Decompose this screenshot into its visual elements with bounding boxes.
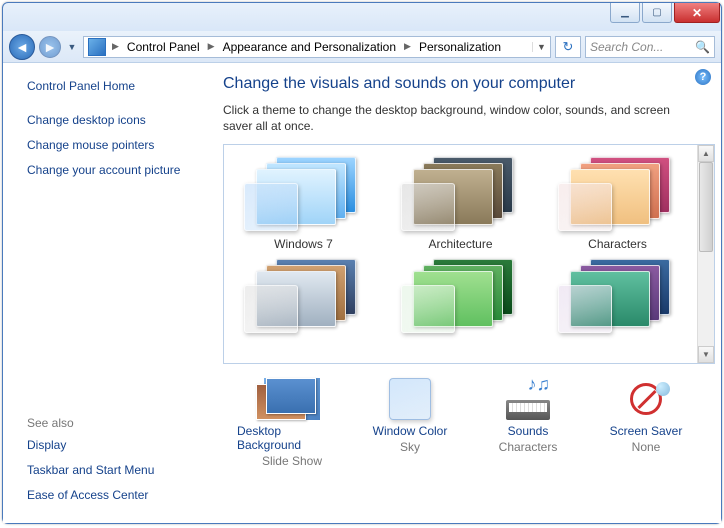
search-input[interactable]: Search Con... 🔍 <box>585 36 715 58</box>
change-account-picture-link[interactable]: Change your account picture <box>27 163 203 177</box>
scroll-track[interactable] <box>698 162 714 346</box>
maximize-button[interactable] <box>642 3 672 23</box>
scroll-down-button[interactable]: ▼ <box>698 346 714 363</box>
control-panel-home-link[interactable]: Control Panel Home <box>27 79 203 93</box>
breadcrumb-category[interactable]: Appearance and Personalization <box>217 40 402 54</box>
theme-thumbnail <box>558 153 678 233</box>
desktop-background-option[interactable]: Desktop Background Slide Show <box>237 378 347 468</box>
scroll-thumb[interactable] <box>699 162 713 252</box>
forward-button[interactable]: ► <box>39 36 61 58</box>
taskbar-start-menu-link[interactable]: Taskbar and Start Menu <box>27 463 203 477</box>
option-label: Screen Saver <box>610 424 683 438</box>
display-link[interactable]: Display <box>27 438 203 452</box>
address-dropdown[interactable]: ▼ <box>532 42 550 52</box>
theme-thumbnail <box>401 153 521 233</box>
scrollbar[interactable]: ▲ ▼ <box>697 145 714 363</box>
theme-item[interactable]: Windows 7 <box>230 153 377 251</box>
personalization-window: ◄ ► ▼ ▶ Control Panel ▶ Appearance and P… <box>2 2 722 524</box>
option-label: Window Color <box>373 424 448 438</box>
theme-thumbnail <box>244 255 364 335</box>
theme-item[interactable] <box>387 255 534 339</box>
minimize-button[interactable] <box>610 3 640 23</box>
screen-saver-icon <box>622 378 670 420</box>
theme-label: Windows 7 <box>274 237 333 251</box>
theme-item[interactable] <box>544 255 691 339</box>
chevron-right-icon[interactable]: ▶ <box>206 41 217 52</box>
theme-label: Architecture <box>428 237 492 251</box>
refresh-button[interactable]: ↻ <box>555 36 581 58</box>
page-title: Change the visuals and sounds on your co… <box>223 75 715 93</box>
breadcrumb-leaf[interactable]: Personalization <box>413 40 507 54</box>
breadcrumb-root[interactable]: Control Panel <box>121 40 206 54</box>
chevron-right-icon[interactable]: ▶ <box>110 41 121 52</box>
option-value: Sky <box>400 440 420 454</box>
option-value: None <box>632 440 661 454</box>
see-also-heading: See also <box>27 416 203 430</box>
theme-thumbnail <box>244 153 364 233</box>
theme-thumbnail <box>401 255 521 335</box>
themes-panel: Windows 7 Architecture Characters ▲ ▼ <box>223 144 715 364</box>
desktop-background-icon <box>264 378 320 420</box>
theme-label: Characters <box>588 237 647 251</box>
chevron-right-icon[interactable]: ▶ <box>402 41 413 52</box>
sidebar: Control Panel Home Change desktop icons … <box>3 63 213 523</box>
sounds-icon: ♪♫ <box>504 378 552 420</box>
theme-thumbnail <box>558 255 678 335</box>
theme-item[interactable]: Architecture <box>387 153 534 251</box>
options-row: Desktop Background Slide Show Window Col… <box>223 364 715 468</box>
navigation-bar: ◄ ► ▼ ▶ Control Panel ▶ Appearance and P… <box>3 31 721 63</box>
option-value: Characters <box>499 440 558 454</box>
screen-saver-option[interactable]: Screen Saver None <box>591 378 701 468</box>
window-color-option[interactable]: Window Color Sky <box>355 378 465 468</box>
option-value: Slide Show <box>262 454 322 468</box>
titlebar <box>3 3 721 31</box>
option-label: Desktop Background <box>237 424 347 452</box>
control-panel-icon <box>88 38 106 56</box>
search-icon: 🔍 <box>695 40 710 54</box>
address-bar[interactable]: ▶ Control Panel ▶ Appearance and Persona… <box>83 36 551 58</box>
option-label: Sounds <box>508 424 549 438</box>
search-placeholder: Search Con... <box>590 40 663 54</box>
main-content: ? Change the visuals and sounds on your … <box>213 63 721 523</box>
change-mouse-pointers-link[interactable]: Change mouse pointers <box>27 138 203 152</box>
page-description: Click a theme to change the desktop back… <box>223 103 715 134</box>
help-icon[interactable]: ? <box>695 69 711 85</box>
change-desktop-icons-link[interactable]: Change desktop icons <box>27 113 203 127</box>
window-color-icon <box>389 378 431 420</box>
scroll-up-button[interactable]: ▲ <box>698 145 714 162</box>
ease-of-access-link[interactable]: Ease of Access Center <box>27 488 203 502</box>
theme-item[interactable] <box>230 255 377 339</box>
back-button[interactable]: ◄ <box>9 34 35 60</box>
theme-item[interactable]: Characters <box>544 153 691 251</box>
recent-pages-dropdown[interactable]: ▼ <box>65 42 79 52</box>
close-button[interactable] <box>674 3 720 23</box>
sounds-option[interactable]: ♪♫ Sounds Characters <box>473 378 583 468</box>
